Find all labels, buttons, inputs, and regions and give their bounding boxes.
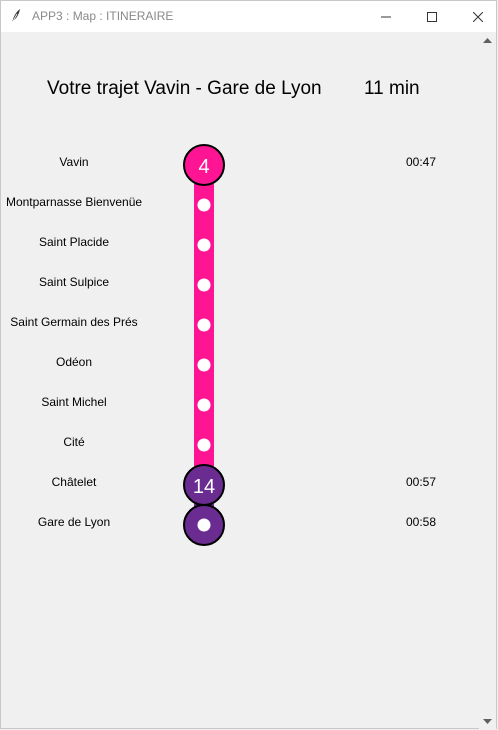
app-window: APP3 : Map : ITINERAIRE Votre trajet Vav… xyxy=(0,0,497,730)
itinerary-canvas: Votre trajet Vavin - Gare de Lyon 11 min… xyxy=(1,32,481,730)
stop-dot xyxy=(197,438,211,452)
stop-dot xyxy=(197,238,211,252)
close-button[interactable] xyxy=(455,1,498,32)
stop-dot xyxy=(197,198,211,212)
maximize-icon xyxy=(427,11,437,22)
stop-dot xyxy=(197,358,211,372)
line-number: 4 xyxy=(198,156,209,178)
stop-dot xyxy=(197,318,211,332)
minimize-button[interactable] xyxy=(363,1,409,32)
line-number: 14 xyxy=(193,476,215,498)
stop-dot xyxy=(197,398,211,412)
scroll-up-arrow-icon[interactable] xyxy=(483,36,492,45)
close-icon xyxy=(473,11,483,22)
maximize-button[interactable] xyxy=(409,1,455,32)
scroll-down-arrow-icon[interactable] xyxy=(483,717,492,726)
minimize-icon xyxy=(381,16,391,17)
vertical-scrollbar[interactable] xyxy=(479,32,496,730)
window-title: APP3 : Map : ITINERAIRE xyxy=(32,9,174,23)
feather-icon xyxy=(9,8,23,24)
terminus-dot xyxy=(197,518,211,532)
stop-dot xyxy=(197,278,211,292)
line-diagram: 4 14 xyxy=(183,144,225,546)
title-bar[interactable]: APP3 : Map : ITINERAIRE xyxy=(1,1,496,32)
